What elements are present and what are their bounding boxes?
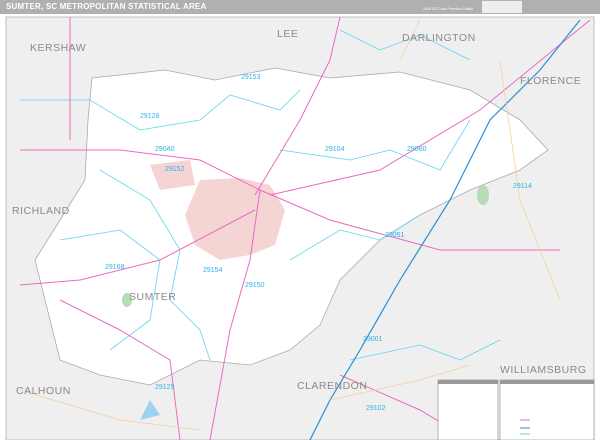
county-label: FLORENCE bbox=[520, 75, 581, 87]
county-label: WILLIAMSBURG bbox=[500, 364, 587, 376]
county-label: DARLINGTON bbox=[402, 32, 476, 44]
zip-label: 29150 bbox=[245, 282, 265, 289]
zip-index-legend bbox=[437, 379, 499, 440]
zip-label: 29102 bbox=[366, 405, 386, 412]
zip-label: 29114 bbox=[513, 183, 532, 190]
map-legend bbox=[499, 379, 595, 440]
park bbox=[477, 185, 489, 205]
county-label: CALHOUN bbox=[16, 385, 71, 397]
publisher-logo bbox=[482, 1, 522, 13]
zip-label: 29153 bbox=[241, 74, 261, 81]
zip-label: 29125 bbox=[155, 384, 175, 391]
title-bar: SUMTER, SC METROPOLITAN STATISTICAL AREA… bbox=[0, 0, 600, 14]
county-label: LEE bbox=[277, 28, 298, 40]
zip-label: 29080 bbox=[407, 146, 427, 153]
zip-label: 29040 bbox=[155, 146, 175, 153]
zip-label: 29154 bbox=[203, 267, 223, 274]
edition-label: 2026 ZIP Code Premium Edition bbox=[423, 7, 474, 11]
zip-label: 29128 bbox=[140, 113, 160, 120]
zip-label: 29152 bbox=[165, 166, 185, 173]
map-canvas[interactable]: KERSHAW LEE DARLINGTON FLORENCE RICHLAND… bbox=[0, 14, 600, 440]
zip-label: 29051 bbox=[385, 232, 405, 239]
zip-label: 29001 bbox=[363, 336, 383, 343]
zip-label: 29104 bbox=[325, 146, 345, 153]
zip-label: 29168 bbox=[105, 264, 125, 271]
map-title: SUMTER, SC METROPOLITAN STATISTICAL AREA bbox=[6, 2, 207, 11]
county-label: SUMTER bbox=[129, 291, 176, 303]
county-label: CLARENDON bbox=[297, 380, 367, 392]
county-label: RICHLAND bbox=[12, 205, 70, 217]
county-label: KERSHAW bbox=[30, 42, 86, 54]
